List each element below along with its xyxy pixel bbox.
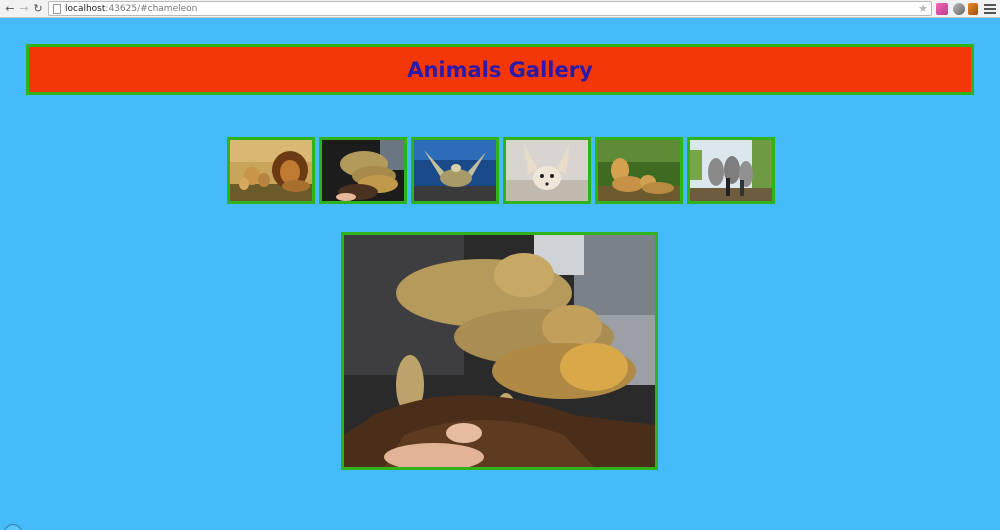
extension-icon[interactable] [936, 3, 948, 15]
back-icon[interactable]: ← [3, 2, 17, 16]
thumbnail-lemurs[interactable] [687, 137, 775, 204]
page-icon [53, 4, 61, 14]
thumbnail-lion[interactable] [227, 137, 315, 204]
thumbnail-strip [227, 137, 775, 204]
bookmark-star-icon[interactable]: ★ [918, 2, 928, 15]
status-indicator-icon [4, 524, 22, 530]
thumbnail-cheetahs[interactable] [595, 137, 683, 204]
thumbnail-fennec-fox[interactable] [503, 137, 591, 204]
menu-icon[interactable] [984, 2, 996, 15]
extension-icon[interactable] [968, 3, 978, 15]
forward-icon[interactable]: → [17, 2, 31, 16]
url-text: localhost:43625/#chameleon [65, 4, 198, 14]
gallery-header: Animals Gallery [26, 44, 974, 95]
tools-icon[interactable] [953, 3, 965, 15]
thumbnail-bearded-dragons[interactable] [319, 137, 407, 204]
browser-toolbar: ← → ↻ localhost:43625/#chameleon ★ [0, 0, 1000, 18]
bearded-dragons-image [344, 235, 655, 467]
thumbnail-sea-turtle[interactable] [411, 137, 499, 204]
page-title: Animals Gallery [407, 57, 593, 82]
selected-image [341, 232, 658, 470]
reload-icon[interactable]: ↻ [31, 2, 45, 16]
address-bar[interactable]: localhost:43625/#chameleon ★ [48, 1, 932, 16]
